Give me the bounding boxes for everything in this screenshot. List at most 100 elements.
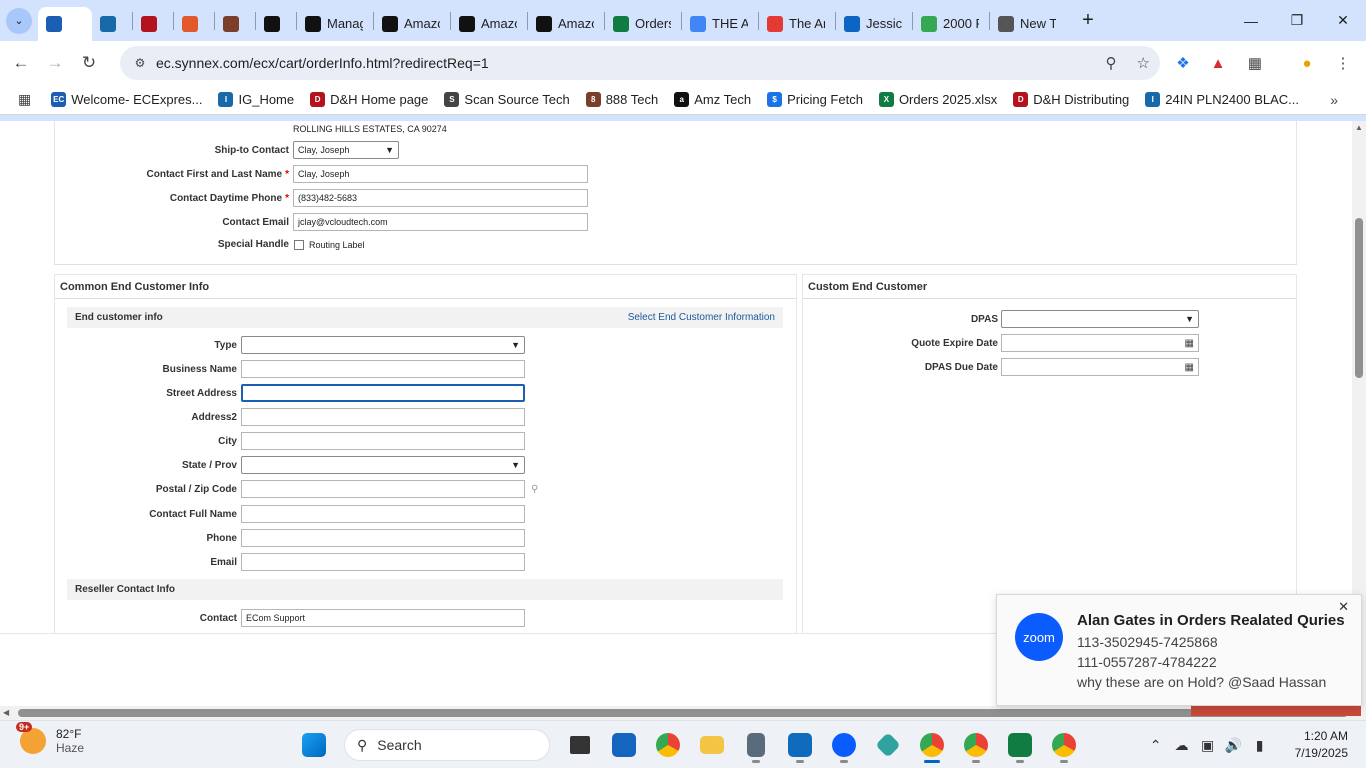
routing-label-checkbox[interactable]: [294, 239, 304, 250]
select-end-customer-link[interactable]: Select End Customer Information: [628, 312, 775, 323]
browser-tab[interactable]: Amazo: [528, 7, 604, 41]
chrome-profile-button[interactable]: [910, 727, 954, 763]
chevron-up-icon[interactable]: ⌃: [1143, 737, 1169, 754]
vertical-scroll-thumb[interactable]: [1355, 218, 1363, 378]
profile-avatar[interactable]: ●: [1292, 41, 1322, 85]
bookmark-item[interactable]: I 24IN PLN2400 BLAC...: [1145, 92, 1299, 107]
contact-email-input[interactable]: jclay@vcloudtech.com: [293, 213, 588, 231]
bookmark-item[interactable]: a Amz Tech: [674, 92, 751, 107]
task-view-button[interactable]: [558, 727, 602, 763]
street-address-input[interactable]: [241, 384, 525, 402]
browser-menu-icon[interactable]: ⋮: [1328, 41, 1358, 85]
chrome-profile-button-2[interactable]: [954, 727, 998, 763]
apps-grid-icon[interactable]: ▦: [18, 91, 31, 108]
new-tab-button[interactable]: +: [1076, 9, 1100, 32]
browser-tab[interactable]: Amazo: [374, 7, 450, 41]
browser-tab[interactable]: Jessica: [836, 7, 912, 41]
pdf-extension-icon[interactable]: ▲: [1203, 41, 1233, 85]
clock[interactable]: 1:20 AM 7/19/2025: [1295, 728, 1348, 762]
zoom-icon[interactable]: ⚲: [1106, 54, 1117, 72]
ship-to-address-line: ROLLING HILLS ESTATES, CA 90274: [293, 124, 447, 134]
city-input[interactable]: [241, 432, 525, 450]
phone-input[interactable]: [241, 529, 525, 547]
maximize-button[interactable]: ❐: [1274, 0, 1320, 41]
bookmark-star-icon[interactable]: ☆: [1137, 54, 1150, 72]
calendar-icon[interactable]: ▦: [1185, 338, 1194, 349]
start-button[interactable]: [292, 727, 336, 763]
business-name-input[interactable]: [241, 360, 525, 378]
bookmark-item[interactable]: D D&H Home page: [310, 92, 428, 107]
postal-input[interactable]: [241, 480, 525, 498]
cloud-icon[interactable]: ☁: [1169, 737, 1195, 754]
browser-tab[interactable]: 2000 P: [913, 7, 989, 41]
browser-tab[interactable]: [256, 7, 296, 41]
weather-widget[interactable]: 9+ 82°F Haze: [16, 722, 84, 755]
horizontal-scroll-thumb[interactable]: [18, 709, 1348, 717]
ship-to-contact-select[interactable]: Clay, Joseph ▼: [293, 141, 399, 159]
browser-tab[interactable]: [92, 7, 132, 41]
browser-tab[interactable]: [133, 7, 173, 41]
battery-icon[interactable]: ▮: [1247, 737, 1273, 754]
network-icon[interactable]: ▣: [1195, 737, 1221, 754]
browser-tab[interactable]: Manag: [297, 7, 373, 41]
bookmark-item[interactable]: 8 888 Tech: [585, 92, 658, 107]
bookmark-item[interactable]: I IG_Home: [218, 92, 294, 107]
chrome-icon: [1052, 733, 1076, 757]
zoom-button[interactable]: [822, 727, 866, 763]
browser-tab[interactable]: Amazo: [451, 7, 527, 41]
browser-tab[interactable]: The Ar: [759, 7, 835, 41]
email-input[interactable]: [241, 553, 525, 571]
browser-tab[interactable]: [38, 6, 92, 41]
browser-tab[interactable]: [215, 7, 255, 41]
excel-button[interactable]: [998, 727, 1042, 763]
address-bar[interactable]: ⚙ ec.synnex.com/ecx/cart/orderInfo.html?…: [120, 46, 1160, 80]
minimize-button[interactable]: —: [1228, 0, 1274, 41]
extensions-puzzle-icon[interactable]: ▦: [1240, 41, 1270, 85]
volume-icon[interactable]: 🔊: [1221, 737, 1247, 754]
more-bookmarks-icon[interactable]: »: [1330, 92, 1338, 108]
browser-tab[interactable]: [174, 7, 214, 41]
bookmark-item[interactable]: D D&H Distributing: [1013, 92, 1129, 107]
dpas-select[interactable]: ▼: [1001, 310, 1199, 328]
contact-full-name-input[interactable]: [241, 505, 525, 523]
horizontal-scrollbar[interactable]: ◀: [0, 706, 1366, 720]
tab-search-icon[interactable]: ⌄: [6, 7, 32, 34]
app-button[interactable]: [866, 727, 910, 763]
scroll-left-icon[interactable]: ◀: [3, 706, 9, 720]
store-button[interactable]: [602, 727, 646, 763]
extension-icon[interactable]: ❖: [1168, 41, 1198, 85]
close-window-button[interactable]: ✕: [1320, 0, 1366, 41]
outlook-button[interactable]: [778, 727, 822, 763]
browser-tab[interactable]: THE AI: [682, 7, 758, 41]
contact-phone-input[interactable]: (833)482-5683: [293, 189, 588, 207]
browser-tab[interactable]: Orders: [605, 7, 681, 41]
zoom-notification[interactable]: zoom ✕ Alan Gates in Orders Realated Qur…: [996, 594, 1362, 706]
reload-button[interactable]: ↻: [72, 46, 106, 80]
bookmark-item[interactable]: EC Welcome- ECExpres...: [51, 92, 202, 107]
file-explorer-button[interactable]: [690, 727, 734, 763]
site-info-icon[interactable]: ⚙: [126, 56, 154, 70]
bookmark-item[interactable]: S Scan Source Tech: [444, 92, 570, 107]
back-button[interactable]: ←: [4, 46, 38, 80]
diamond-app-icon: [875, 732, 901, 758]
bookmark-item[interactable]: $ Pricing Fetch: [767, 92, 863, 107]
contact-input[interactable]: ECom Support: [241, 609, 525, 627]
type-select[interactable]: ▼: [241, 336, 525, 354]
taskbar-search[interactable]: ⚲ Search: [344, 729, 550, 761]
linkedin-icon: [844, 15, 860, 32]
search-icon[interactable]: ⚲: [531, 484, 538, 495]
forward-button[interactable]: →: [38, 46, 72, 80]
calendar-icon[interactable]: ▦: [1185, 362, 1194, 373]
scroll-up-icon[interactable]: ▲: [1352, 123, 1366, 132]
browser-tab[interactable]: New Ta: [990, 7, 1066, 41]
contact-name-input[interactable]: Clay, Joseph: [293, 165, 588, 183]
tab-title: The Ar: [789, 16, 825, 31]
address2-input[interactable]: [241, 408, 525, 426]
dpas-due-input[interactable]: ▦: [1001, 358, 1199, 376]
calculator-button[interactable]: [734, 727, 778, 763]
quote-expire-input[interactable]: ▦: [1001, 334, 1199, 352]
chrome-button[interactable]: [646, 727, 690, 763]
bookmark-item[interactable]: X Orders 2025.xlsx: [878, 92, 997, 107]
state-select[interactable]: ▼: [241, 456, 525, 474]
chrome-profile-button-3[interactable]: [1042, 727, 1086, 763]
